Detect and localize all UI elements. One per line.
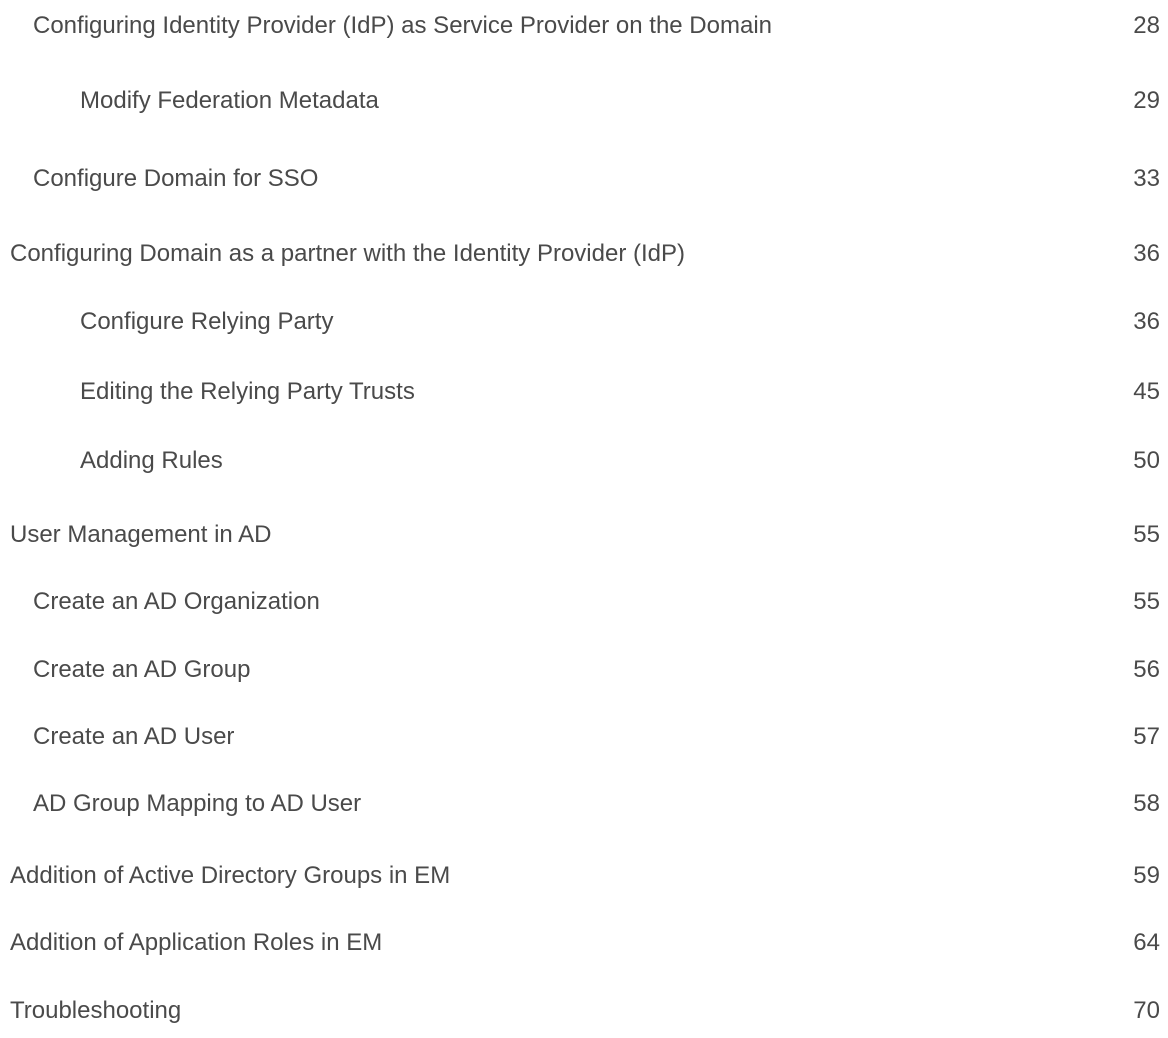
toc-entry-title: Configure Relying Party: [80, 308, 334, 335]
toc-entry[interactable]: Configure Relying Party 36: [0, 304, 1168, 340]
toc-entry[interactable]: Configure Domain for SSO 33: [0, 161, 1168, 197]
toc-entry[interactable]: Troubleshooting 70: [0, 993, 1168, 1029]
toc-entry-title: Configuring Domain as a partner with the…: [10, 240, 685, 267]
toc-entry[interactable]: Addition of Active Directory Groups in E…: [0, 858, 1168, 894]
toc-entry-title: Create an AD User: [33, 723, 235, 750]
toc-entry-page-number: 28: [1133, 12, 1160, 39]
toc-entry[interactable]: Create an AD User 57: [0, 719, 1168, 755]
toc-entry-page-number: 64: [1133, 929, 1160, 956]
toc-entry-page-number: 29: [1133, 87, 1160, 114]
toc-entry-title: Create an AD Group: [33, 656, 251, 683]
toc-entry[interactable]: Adding Rules 50: [0, 443, 1168, 479]
toc-entry-page-number: 57: [1133, 723, 1160, 750]
toc-entry[interactable]: Modify Federation Metadata 29: [0, 83, 1168, 119]
toc-entry-page-number: 59: [1133, 862, 1160, 889]
toc-entry-title: User Management in AD: [10, 521, 272, 548]
toc-entry[interactable]: Create an AD Group 56: [0, 652, 1168, 688]
toc-entry-page-number: 33: [1133, 165, 1160, 192]
toc-entry-page-number: 55: [1133, 588, 1160, 615]
toc-entry-page-number: 45: [1133, 378, 1160, 405]
toc-entry-title: Editing the Relying Party Trusts: [80, 378, 415, 405]
toc-entry-page-number: 36: [1133, 308, 1160, 335]
toc-entry-title: Create an AD Organization: [33, 588, 320, 615]
toc-entry-page-number: 50: [1133, 447, 1160, 474]
toc-entry[interactable]: Addition of Application Roles in EM 64: [0, 925, 1168, 961]
toc-entry-title: Modify Federation Metadata: [80, 87, 379, 114]
toc-entry-title: Adding Rules: [80, 447, 223, 474]
toc-entry-title: Troubleshooting: [10, 997, 182, 1024]
toc-entry-title: Addition of Application Roles in EM: [10, 929, 383, 956]
toc-entry[interactable]: AD Group Mapping to AD User 58: [0, 786, 1168, 822]
toc-entry-title: AD Group Mapping to AD User: [33, 790, 362, 817]
toc-entry[interactable]: Editing the Relying Party Trusts 45: [0, 374, 1168, 410]
toc-entry-page-number: 56: [1133, 656, 1160, 683]
toc-entry-page-number: 55: [1133, 521, 1160, 548]
toc-entry[interactable]: Configuring Domain as a partner with the…: [0, 236, 1168, 272]
toc-entry[interactable]: Create an AD Organization 55: [0, 584, 1168, 620]
table-of-contents: Configuring Identity Provider (IdP) as S…: [0, 0, 1168, 1038]
toc-entry-page-number: 58: [1133, 790, 1160, 817]
toc-entry-page-number: 70: [1133, 997, 1160, 1024]
toc-entry[interactable]: Configuring Identity Provider (IdP) as S…: [0, 8, 1168, 44]
toc-entry-page-number: 36: [1133, 240, 1160, 267]
toc-entry-title: Configuring Identity Provider (IdP) as S…: [33, 12, 773, 39]
toc-entry-title: Configure Domain for SSO: [33, 165, 319, 192]
toc-entry-title: Addition of Active Directory Groups in E…: [10, 862, 451, 889]
toc-entry[interactable]: User Management in AD 55: [0, 517, 1168, 553]
